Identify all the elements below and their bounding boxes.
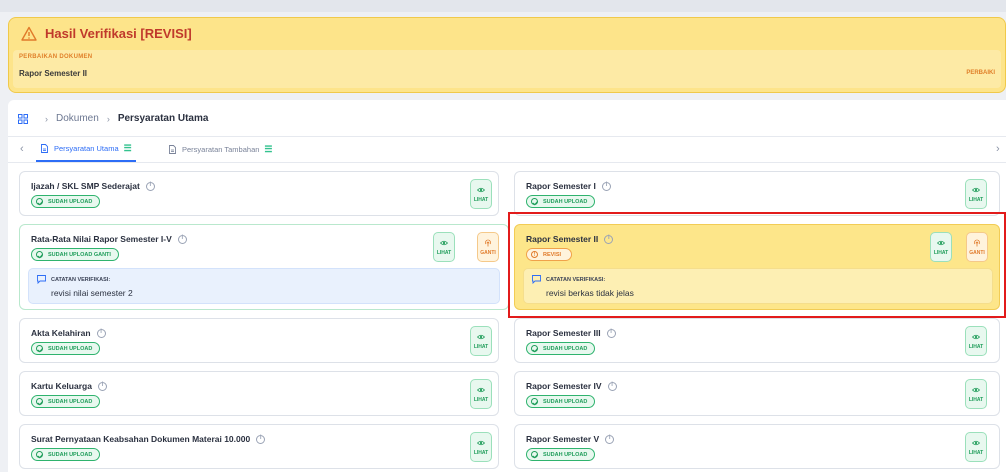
verification-alert: Hasil Verifikasi [REVISI] PERBAIKAN DOKU…	[8, 17, 1006, 93]
status-badge: SUDAH UPLOAD	[31, 448, 101, 461]
list-icon: ☰	[123, 143, 132, 153]
grid-icon[interactable]	[18, 113, 28, 124]
info-icon[interactable]	[605, 434, 615, 444]
tab-bar: ‹ Persyaratan Utama ☰ Persyaratan Tambah…	[8, 137, 1006, 163]
card-title: Rapor Semester IV	[526, 381, 602, 391]
status-badge: SUDAH UPLOAD	[526, 342, 596, 355]
document-card: Rapor Semester IV SUDAH UPLOAD LIHAT	[514, 371, 1000, 416]
comment-icon	[37, 275, 46, 284]
document-card: Surat Pernyataan Keabsahan Dokumen Mater…	[19, 424, 499, 469]
document-card: Rapor Semester III SUDAH UPLOAD LIHAT	[514, 318, 1000, 363]
check-circle-icon	[531, 451, 538, 458]
eye-icon	[972, 334, 980, 339]
view-button[interactable]: LIHAT	[433, 232, 455, 262]
view-button[interactable]: LIHAT	[965, 432, 987, 462]
revision-highlight-box	[508, 212, 1006, 318]
tab-persyaratan-tambahan[interactable]: Persyaratan Tambahan ☰	[168, 137, 273, 162]
note-text: revisi nilai semester 2	[51, 288, 133, 298]
card-title: Rapor Semester I	[526, 181, 596, 191]
breadcrumb: › Dokumen › Persyaratan Utama	[18, 113, 208, 124]
top-strip	[0, 0, 1006, 12]
card-title: Rapor Semester V	[526, 434, 600, 444]
eye-icon	[477, 440, 485, 445]
info-icon[interactable]	[96, 328, 106, 338]
alert-document: Rapor Semester II	[19, 69, 88, 78]
eye-icon	[972, 187, 980, 192]
document-card: Rapor Semester I SUDAH UPLOAD LIHAT	[514, 171, 1000, 216]
status-badge: SUDAH UPLOAD GANTI	[31, 248, 119, 261]
alert-section-label: PERBAIKAN DOKUMEN	[19, 54, 93, 60]
info-icon[interactable]	[256, 434, 266, 444]
document-card: Rata-Rata Nilai Rapor Semester I-V SUDAH…	[19, 224, 509, 310]
view-button[interactable]: LIHAT	[965, 379, 987, 409]
check-circle-icon	[36, 198, 43, 205]
info-icon[interactable]	[601, 181, 611, 191]
info-icon[interactable]	[97, 381, 107, 391]
tab-label: Persyaratan Tambahan	[182, 145, 260, 154]
card-title: Surat Pernyataan Keabsahan Dokumen Mater…	[31, 434, 251, 444]
status-badge: SUDAH UPLOAD	[526, 395, 596, 408]
upload-icon	[485, 239, 491, 246]
tab-persyaratan-utama[interactable]: Persyaratan Utama ☰	[36, 137, 136, 162]
alert-title: Hasil Verifikasi [REVISI]	[45, 26, 192, 41]
breadcrumb-dokumen[interactable]: Dokumen	[56, 113, 99, 124]
chevron-right-icon: ›	[45, 113, 48, 124]
status-badge: SUDAH UPLOAD	[526, 195, 596, 208]
document-icon	[169, 145, 176, 154]
status-badge: SUDAH UPLOAD	[31, 395, 101, 408]
info-icon[interactable]	[145, 181, 155, 191]
eye-icon	[477, 334, 485, 339]
document-card: Ijazah / SKL SMP Sederajat SUDAH UPLOAD …	[19, 171, 499, 216]
eye-icon	[440, 240, 448, 245]
info-icon[interactable]	[177, 234, 187, 244]
note-label: CATATAN VERIFIKASI:	[51, 277, 111, 283]
chevron-right-icon[interactable]: ›	[996, 143, 1000, 155]
warning-icon	[21, 26, 37, 41]
document-card: Rapor Semester V SUDAH UPLOAD LIHAT	[514, 424, 1000, 469]
chevron-right-icon: ›	[106, 113, 110, 124]
status-badge: SUDAH UPLOAD	[31, 195, 101, 208]
view-button[interactable]: LIHAT	[965, 326, 987, 356]
check-circle-icon	[36, 251, 43, 258]
status-badge: SUDAH UPLOAD	[526, 448, 596, 461]
status-badge: SUDAH UPLOAD	[31, 342, 101, 355]
document-card: Akta Kelahiran SUDAH UPLOAD LIHAT	[19, 318, 499, 363]
breadcrumb-current: Persyaratan Utama	[117, 113, 209, 124]
eye-icon	[972, 387, 980, 392]
view-button[interactable]: LIHAT	[470, 379, 492, 409]
check-circle-icon	[36, 345, 43, 352]
document-card: Kartu Keluarga SUDAH UPLOAD LIHAT	[19, 371, 499, 416]
view-button[interactable]: LIHAT	[965, 179, 987, 209]
card-title: Ijazah / SKL SMP Sederajat	[31, 181, 140, 191]
check-circle-icon	[531, 198, 538, 205]
chevron-left-icon[interactable]: ‹	[20, 143, 24, 155]
view-button[interactable]: LIHAT	[470, 179, 492, 209]
verification-note: CATATAN VERIFIKASI: revisi nilai semeste…	[28, 268, 500, 304]
fix-button[interactable]: PERBAIKI	[966, 70, 995, 76]
card-title: Kartu Keluarga	[31, 381, 92, 391]
info-icon[interactable]	[607, 381, 617, 391]
view-button[interactable]: LIHAT	[470, 326, 492, 356]
check-circle-icon	[531, 398, 538, 405]
check-circle-icon	[36, 451, 43, 458]
document-icon	[41, 144, 48, 153]
list-icon: ☰	[264, 144, 273, 154]
tab-label: Persyaratan Utama	[54, 144, 119, 153]
card-title: Rapor Semester III	[526, 328, 601, 338]
card-title: Rata-Rata Nilai Rapor Semester I-V	[31, 234, 172, 244]
check-circle-icon	[531, 345, 538, 352]
eye-icon	[972, 440, 980, 445]
replace-button[interactable]: GANTI	[477, 232, 499, 262]
eye-icon	[477, 187, 485, 192]
view-button[interactable]: LIHAT	[470, 432, 492, 462]
card-title: Akta Kelahiran	[31, 328, 91, 338]
info-icon[interactable]	[606, 328, 616, 338]
check-circle-icon	[36, 398, 43, 405]
eye-icon	[477, 387, 485, 392]
alert-row: PERBAIKAN DOKUMEN Rapor Semester II PERB…	[13, 50, 1001, 88]
